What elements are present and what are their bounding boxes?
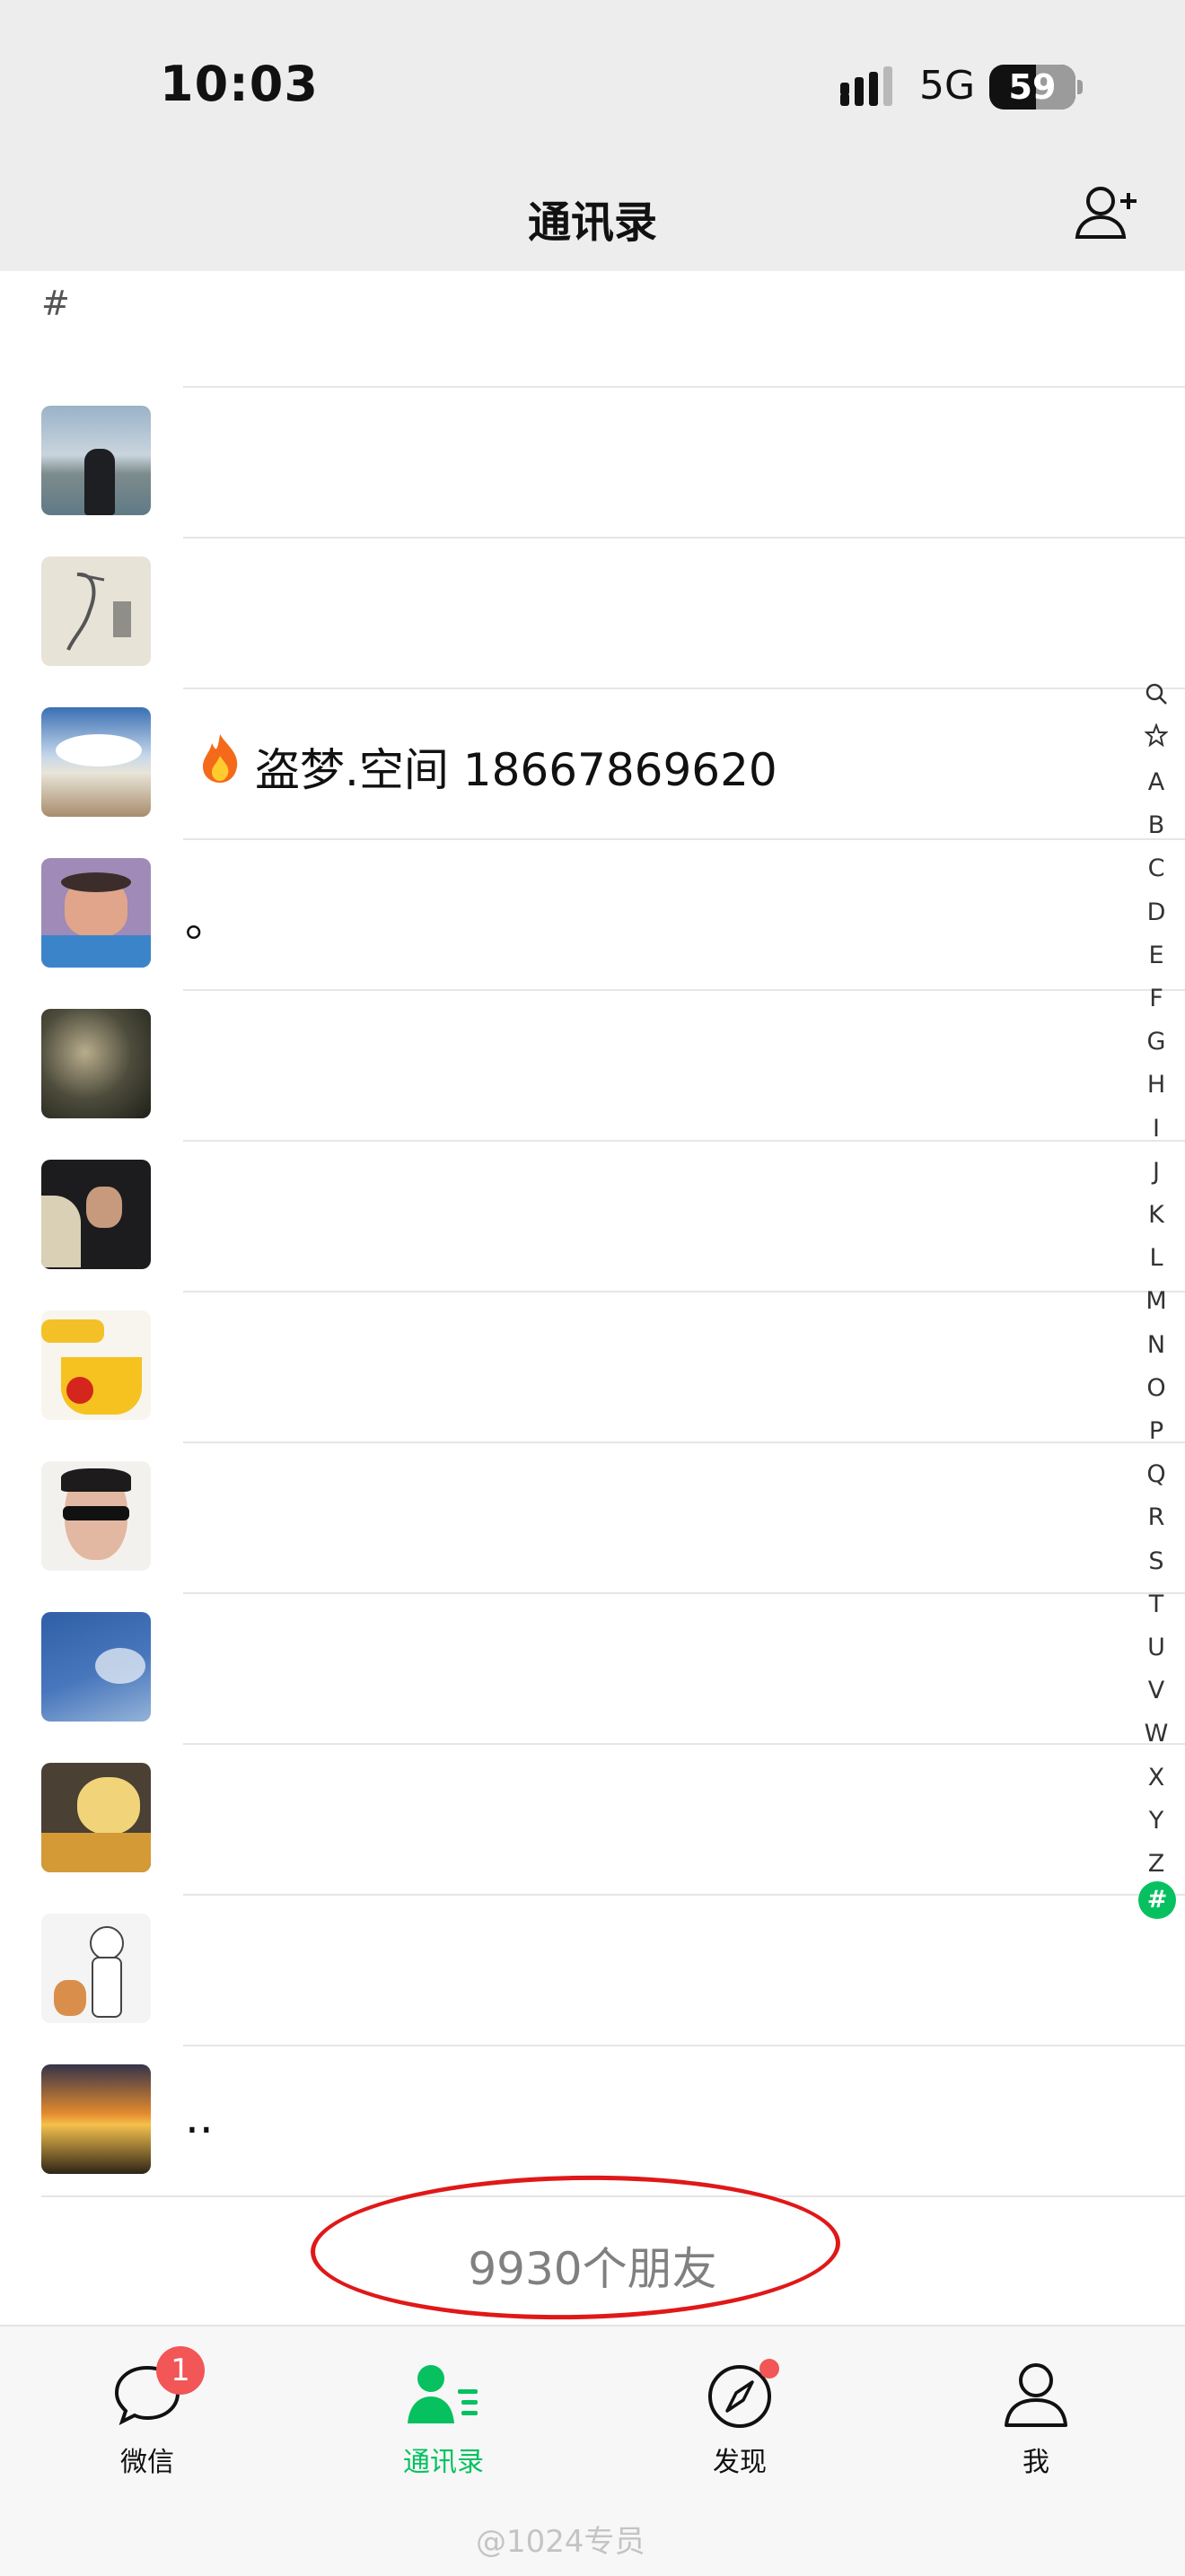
battery-tip (1077, 80, 1083, 94)
index-letter[interactable]: X (1142, 1764, 1171, 1792)
index-letter-hash[interactable]: # (1138, 1881, 1176, 1919)
index-letter[interactable]: Z (1142, 1850, 1171, 1878)
avatar (41, 1461, 151, 1571)
index-letter[interactable]: C (1142, 854, 1171, 882)
battery-icon: 59 (989, 65, 1075, 110)
index-letter[interactable]: U (1142, 1634, 1171, 1661)
section-header: # (41, 284, 70, 323)
search-icon[interactable] (1145, 682, 1168, 705)
contact-name: 。 (185, 895, 230, 947)
unread-badge: 1 (156, 2346, 205, 2395)
page-title: 通讯录 (527, 197, 657, 248)
index-letter[interactable]: S (1142, 1547, 1171, 1575)
signal-icon (840, 66, 892, 106)
avatar (41, 2064, 151, 2174)
index-letter[interactable]: T (1142, 1590, 1171, 1618)
index-letter[interactable]: L (1142, 1244, 1171, 1272)
add-contact-icon[interactable] (1074, 183, 1138, 241)
contact-row[interactable]: 。 (0, 838, 1185, 989)
tab-label: 发现 (713, 2447, 767, 2478)
contacts-icon (408, 2365, 478, 2423)
index-letter[interactable]: K (1142, 1201, 1171, 1229)
tab-contacts[interactable]: 通讯录 (354, 2326, 533, 2497)
status-time: 10:03 (160, 56, 319, 112)
avatar (41, 1612, 151, 1722)
avatar (41, 707, 151, 817)
contact-row[interactable] (0, 386, 1185, 537)
contact-row[interactable] (0, 1291, 1185, 1441)
avatar (41, 556, 151, 666)
avatar (41, 1763, 151, 1872)
index-letter[interactable]: H (1142, 1071, 1171, 1099)
index-letter[interactable]: N (1142, 1331, 1171, 1359)
tab-chats[interactable]: 1 微信 (57, 2326, 237, 2497)
index-letter[interactable]: B (1142, 811, 1171, 839)
star-icon[interactable] (1145, 723, 1168, 747)
index-letter[interactable]: E (1142, 942, 1171, 969)
contact-row[interactable] (0, 1140, 1185, 1291)
index-letter[interactable]: F (1142, 985, 1171, 1012)
index-letter[interactable]: D (1142, 898, 1171, 926)
contact-row[interactable] (0, 1743, 1185, 1894)
contact-row[interactable]: .. (0, 2045, 1185, 2195)
avatar (41, 1009, 151, 1118)
index-letter[interactable]: Y (1142, 1807, 1171, 1835)
battery-level: 59 (1008, 67, 1057, 107)
contact-row[interactable] (0, 1894, 1185, 2045)
avatar (41, 1310, 151, 1420)
avatar (41, 406, 151, 515)
avatar (41, 1914, 151, 2023)
index-letter[interactable]: A (1142, 768, 1171, 796)
index-letter[interactable]: O (1142, 1374, 1171, 1402)
index-letter[interactable]: V (1142, 1677, 1171, 1704)
notification-dot (759, 2359, 779, 2379)
index-letter[interactable]: I (1142, 1115, 1171, 1143)
index-letter[interactable]: R (1142, 1503, 1171, 1531)
avatar (41, 858, 151, 968)
fire-icon (203, 734, 238, 783)
contact-row[interactable] (0, 989, 1185, 1140)
network-type: 5G (919, 63, 976, 109)
tab-me[interactable]: 我 (946, 2326, 1126, 2497)
contact-name: 盗梦.空间 18667869620 (255, 744, 777, 796)
contact-row[interactable] (0, 537, 1185, 688)
tab-discover[interactable]: 发现 (650, 2326, 830, 2497)
index-letter[interactable]: M (1142, 1287, 1171, 1315)
contact-row[interactable] (0, 1592, 1185, 1743)
index-letter[interactable]: G (1142, 1028, 1171, 1056)
tab-label: 通讯录 (403, 2447, 484, 2478)
index-letter[interactable]: P (1142, 1417, 1171, 1445)
watermark: @1024专员 (476, 2524, 645, 2560)
avatar (41, 1160, 151, 1269)
index-letter[interactable]: W (1142, 1720, 1171, 1748)
contact-name: .. (185, 2091, 214, 2143)
index-letter[interactable]: J (1142, 1158, 1171, 1186)
index-letter[interactable]: Q (1142, 1460, 1171, 1488)
contact-row[interactable]: 盗梦.空间 18667869620 (0, 688, 1185, 838)
person-icon (1005, 2363, 1067, 2427)
tab-label: 微信 (120, 2447, 174, 2478)
tab-label: 我 (1023, 2447, 1049, 2478)
contact-row[interactable] (0, 1441, 1185, 1592)
